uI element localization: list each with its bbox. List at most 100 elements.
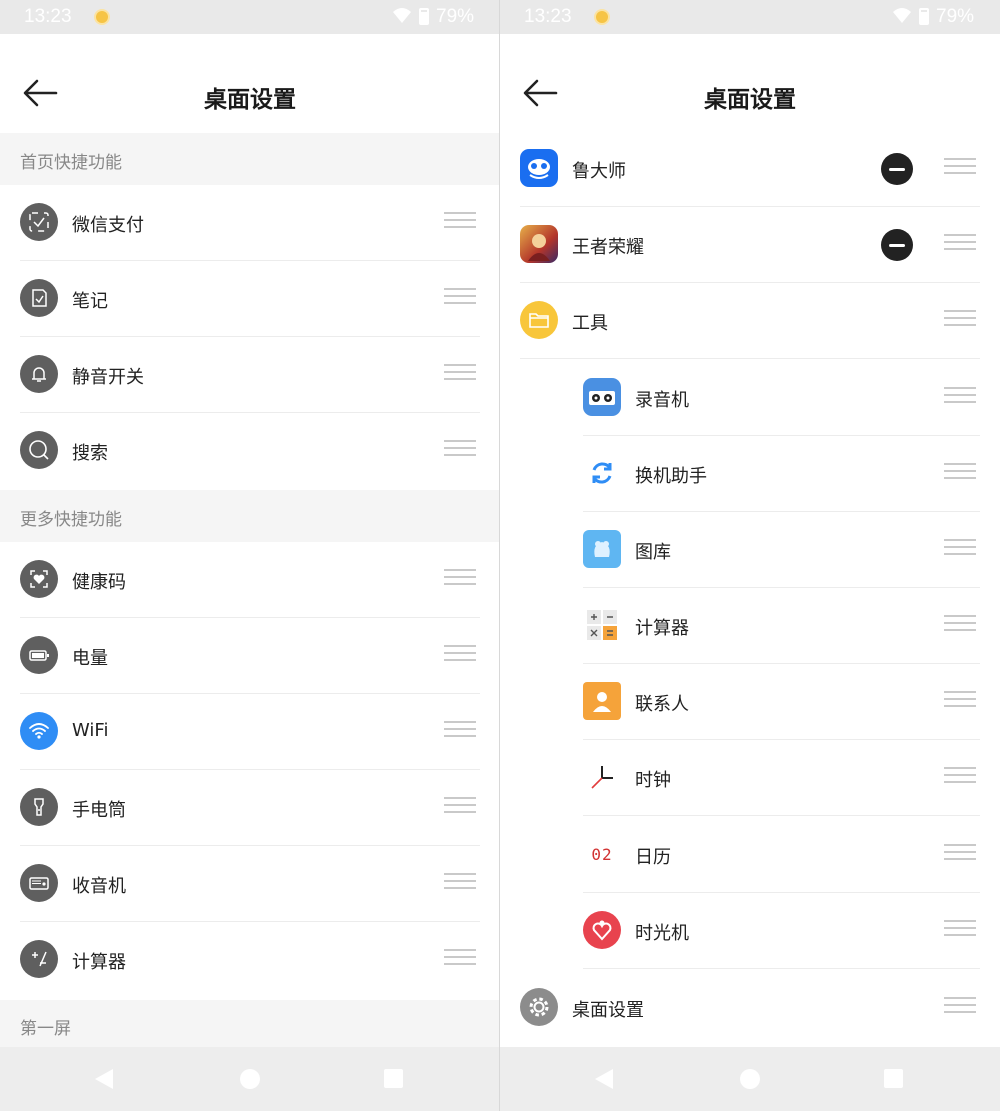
contacts-icon: [583, 682, 621, 720]
drag-handle-icon[interactable]: [944, 310, 976, 330]
item-label: 换机助手: [635, 466, 707, 487]
calculator-icon: [583, 606, 621, 644]
drag-handle-icon[interactable]: [944, 158, 976, 178]
remove-button[interactable]: [881, 229, 913, 261]
app-row-desktop-settings[interactable]: 桌面设置: [520, 970, 980, 1046]
header: 桌面设置: [500, 34, 1000, 134]
page-title: 桌面设置: [204, 87, 296, 113]
note-icon: [20, 279, 58, 317]
list-item-search[interactable]: 搜索: [0, 413, 480, 489]
item-label: 录音机: [635, 390, 689, 411]
drag-handle-icon[interactable]: [944, 387, 976, 407]
list-item-radio[interactable]: 收音机: [0, 846, 480, 922]
battery-status-icon: [419, 8, 429, 25]
nav-home-icon[interactable]: [740, 1069, 760, 1089]
remove-button[interactable]: [881, 153, 913, 185]
list-item-mute[interactable]: 静音开关: [0, 337, 480, 413]
folder-item-recorder[interactable]: 录音机: [583, 360, 980, 436]
health-code-icon: [20, 560, 58, 598]
list-item-flashlight[interactable]: 手电筒: [0, 770, 480, 846]
section-header-home: 首页快捷功能: [0, 133, 499, 185]
nav-bar: [0, 1047, 499, 1111]
radio-icon: [20, 864, 58, 902]
list-item-battery[interactable]: 电量: [0, 618, 480, 694]
battery-status-icon: [919, 8, 929, 25]
recorder-icon: [583, 378, 621, 416]
settings-gear-icon: [520, 988, 558, 1026]
app-row-tools-folder[interactable]: 工具: [520, 283, 980, 359]
item-label: 静音开关: [72, 367, 144, 388]
wifi-status-icon: [393, 8, 411, 23]
ludashi-icon: [520, 149, 558, 187]
drag-handle-icon[interactable]: [944, 920, 976, 940]
drag-handle-icon[interactable]: [444, 721, 476, 741]
list-item-note[interactable]: 笔记: [0, 261, 480, 337]
search-icon: [20, 431, 58, 469]
drag-handle-icon[interactable]: [444, 873, 476, 893]
drag-handle-icon[interactable]: [944, 463, 976, 483]
drag-handle-icon[interactable]: [444, 440, 476, 460]
item-label: 计算器: [635, 618, 689, 639]
app-row-honor-of-kings[interactable]: 王者荣耀: [520, 207, 980, 283]
phone-clone-icon: [583, 454, 621, 492]
status-time: 13:23: [24, 6, 72, 27]
drag-handle-icon[interactable]: [944, 691, 976, 711]
folder-item-calendar[interactable]: 02 日历: [583, 817, 980, 893]
status-bar: 13:23 79%: [500, 0, 1000, 34]
drag-handle-icon[interactable]: [944, 844, 976, 864]
drag-handle-icon[interactable]: [444, 364, 476, 384]
drag-handle-icon[interactable]: [444, 797, 476, 817]
item-label: 图库: [635, 542, 671, 563]
flashlight-icon: [20, 788, 58, 826]
list-item-calculator[interactable]: 计算器: [0, 922, 480, 998]
drag-handle-icon[interactable]: [444, 212, 476, 232]
app-row-ludashi[interactable]: 鲁大师: [520, 131, 980, 207]
item-label: 电量: [72, 648, 108, 669]
nav-back-icon[interactable]: [595, 1069, 613, 1089]
nav-recent-icon[interactable]: [884, 1069, 903, 1088]
battery-percent: 79%: [936, 6, 975, 27]
folder-item-clock[interactable]: 时钟: [583, 740, 980, 816]
drag-handle-icon[interactable]: [944, 539, 976, 559]
folder-item-time-machine[interactable]: 时光机: [583, 893, 980, 969]
drag-handle-icon[interactable]: [944, 767, 976, 787]
list-item-wechat-pay[interactable]: 微信支付: [0, 185, 480, 261]
drag-handle-icon[interactable]: [944, 615, 976, 635]
honor-of-kings-icon: [520, 225, 558, 263]
section-header-more: 更多快捷功能: [0, 490, 499, 542]
list-item-wifi[interactable]: WiFi: [0, 694, 480, 770]
item-label: 鲁大师: [572, 161, 626, 182]
divider: [520, 358, 980, 359]
wifi-icon: [20, 712, 58, 750]
drag-handle-icon[interactable]: [444, 569, 476, 589]
drag-handle-icon[interactable]: [444, 949, 476, 969]
time-machine-icon: [583, 911, 621, 949]
nav-recent-icon[interactable]: [384, 1069, 403, 1088]
divider: [583, 815, 980, 816]
drag-handle-icon[interactable]: [944, 234, 976, 254]
nav-bar: [500, 1047, 1000, 1111]
item-label: 时光机: [635, 923, 689, 944]
folder-item-phone-clone[interactable]: 换机助手: [583, 436, 980, 512]
wifi-status-icon: [893, 8, 911, 23]
wechat-pay-icon: [20, 203, 58, 241]
section-label: 第一屏: [20, 1019, 71, 1039]
item-label: 王者荣耀: [572, 237, 644, 258]
item-label: 计算器: [72, 952, 126, 973]
status-time: 13:23: [524, 6, 572, 27]
section-label: 更多快捷功能: [20, 510, 122, 530]
drag-handle-icon[interactable]: [444, 645, 476, 665]
drag-handle-icon[interactable]: [444, 288, 476, 308]
nav-back-icon[interactable]: [95, 1069, 113, 1089]
folder-item-contacts[interactable]: 联系人: [583, 664, 980, 740]
folder-item-calculator[interactable]: 计算器: [583, 588, 980, 664]
nav-home-icon[interactable]: [240, 1069, 260, 1089]
item-label: 笔记: [72, 291, 108, 312]
list-item-health-code[interactable]: 健康码: [0, 542, 480, 618]
right-screen: 13:23 79% 桌面设置 鲁大师 王者荣耀 工具 录音机 换机助手 图库 计…: [500, 0, 1000, 1111]
drag-handle-icon[interactable]: [944, 997, 976, 1017]
item-label: 收音机: [72, 876, 126, 897]
folder-item-gallery[interactable]: 图库: [583, 512, 980, 588]
calculator-icon: [20, 940, 58, 978]
page-title: 桌面设置: [704, 87, 796, 113]
